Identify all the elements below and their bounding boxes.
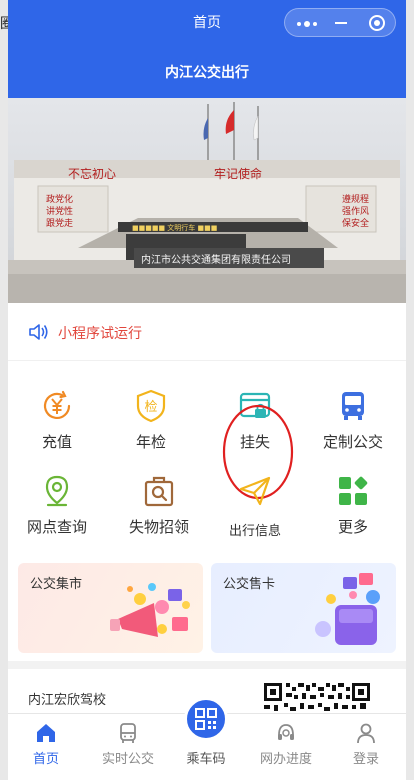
shield-check-icon: 检 [136,389,166,423]
left-board-line: 讲党性 [46,205,73,217]
svg-text:检: 检 [144,400,157,415]
bus-icon [342,392,364,420]
qr-code-icon [195,708,217,730]
page-header: 内江公交出行 [8,44,406,98]
headset-icon [278,724,294,740]
card-bus-market[interactable]: 公交集市 [18,563,203,653]
capsule-menu [284,8,396,37]
location-icon [45,475,69,507]
grid-label: 出行信息 [228,524,281,539]
gate-sign: ■■■■■ 文明行车 ■■■ [132,223,217,232]
tab-label: 网办进度 [259,752,312,767]
banner-image[interactable]: 不忘初心 牢记使命 政党化 讲党性 跟党走 遵规程 强作风 保安全 ■■■■■ … [8,98,406,303]
grid-label: 充值 [41,433,72,451]
more-icon[interactable] [297,21,319,27]
qr-code-image[interactable] [262,681,372,713]
market-illustration [110,583,190,637]
mini-program-frame: 首页 内江公交出行 不忘初心 牢记使命 政党化 讲党性 跟党走 遵规程 强作风 … [8,0,406,780]
card-title: 公交集市 [30,577,83,592]
banner-slogan-left: 不忘初心 [68,166,116,181]
bag-search-icon [144,476,174,507]
grid-label: 更多 [337,518,368,536]
ride-code-button[interactable] [184,697,228,741]
grid-label: 失物招领 [128,518,189,536]
bus-outline-icon [120,723,136,743]
user-icon [357,723,375,744]
section-gap [8,661,406,669]
notice-bar[interactable]: 小程序试运行 [8,303,406,361]
right-board-line: 遵规程 [342,193,369,205]
tab-realtime-bus[interactable]: 实时公交 [90,714,166,780]
left-window-edge: 圈 [0,0,8,780]
tab-label: 首页 [32,752,59,767]
grid-item-travel-info[interactable]: 出行信息 [210,474,300,554]
grid-label: 年检 [135,433,166,451]
tab-login[interactable]: 登录 [328,714,404,780]
grid-item-outlet-query[interactable]: 网点查询 [12,474,102,554]
paper-plane-icon [239,476,271,506]
edge-text-fragment: 圈 [0,16,8,32]
notice-text: 小程序试运行 [58,326,142,342]
company-sign-text: 内江市公共交通集团有限责任公司 [141,253,291,266]
apps-icon [339,476,368,505]
right-window-edge [406,0,414,780]
tab-label[interactable]: 乘车码 [168,748,244,767]
tab-bar: 首页 实时公交 乘车码 网办进度 登录 [8,697,406,780]
card-title: 公交售卡 [223,577,276,592]
home-icon [37,724,55,742]
grid-item-more[interactable]: 更多 [308,474,398,554]
right-board-line: 保安全 [342,217,369,229]
minimize-icon[interactable] [335,22,347,24]
grid-label: 网点查询 [26,518,87,536]
grid-item-lost-found[interactable]: 失物招领 [114,474,204,554]
yuan-icon [43,390,71,419]
promo-cards: 公交集市 公交售卡 [8,557,406,661]
service-grid: 充值 检 年检 挂失 定制公交 网点查询 失物招领 出行信息 更多 [8,361,406,557]
card-bus-card-sales[interactable]: 公交售卡 [211,563,396,653]
tab-label: 实时公交 [101,752,154,767]
speaker-icon [29,324,48,340]
banner-slogan-right: 牢记使命 [214,166,262,181]
grid-label: 定制公交 [322,433,383,451]
grid-item-recharge[interactable]: 充值 [12,389,102,469]
left-board-line: 政党化 [46,193,73,205]
tab-home[interactable]: 首页 [8,714,84,780]
partner-name: 内江宏欣驾校 [28,693,107,708]
tab-label: 登录 [352,752,379,767]
banner-illustration: 不忘初心 牢记使命 政党化 讲党性 跟党走 遵规程 强作风 保安全 ■■■■■ … [8,98,406,303]
tab-online-progress[interactable]: 网办进度 [248,714,324,780]
left-board-line: 跟党走 [46,217,73,229]
close-target-icon[interactable] [369,15,385,31]
page-title: 内江公交出行 [165,65,249,81]
right-board-line: 强作风 [342,205,369,217]
grid-item-custom-bus[interactable]: 定制公交 [308,389,398,469]
grid-item-annual-check[interactable]: 检 年检 [106,389,196,469]
nav-bar: 首页 [8,0,406,44]
card-sales-illustration [315,573,380,645]
